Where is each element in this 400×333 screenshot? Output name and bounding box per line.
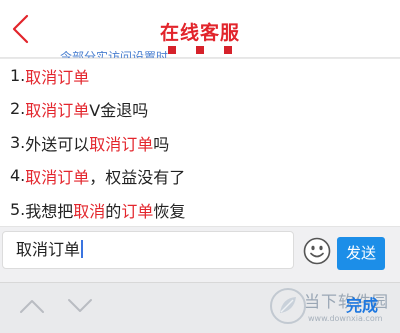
chevron-up-icon xyxy=(20,300,44,313)
send-button[interactable]: 发送 xyxy=(337,237,385,270)
suggestion-item-2[interactable]: 2. 取消订单 V金退吗 xyxy=(0,92,400,125)
header-bar: 在线客服 xyxy=(0,0,400,58)
message-input-bar: 取消订单 发送 xyxy=(0,227,400,282)
text-caret xyxy=(81,240,84,258)
suggestion-item-5[interactable]: 5. 我想把 取消的订单 恢复 xyxy=(0,193,400,226)
suggestion-item-1[interactable]: 1. 取消订单 xyxy=(0,59,400,92)
suggestion-item-4[interactable]: 4. 取消订单 ，权益没有了 xyxy=(0,159,400,192)
chevron-down-icon xyxy=(68,299,92,312)
page-title: 在线客服 xyxy=(159,22,240,44)
message-input-value: 取消订单 xyxy=(16,240,81,259)
previous-field-button[interactable] xyxy=(18,297,46,315)
next-field-button[interactable] xyxy=(66,297,94,315)
done-button[interactable]: 完成 xyxy=(339,294,385,318)
message-input[interactable]: 取消订单 xyxy=(2,231,294,269)
suggestion-list: 1. 取消订单 2. 取消订单 V金退吗 3. 外送可以 取消订单吗 4. 取消订单… xyxy=(0,58,400,227)
smiley-icon xyxy=(303,237,331,265)
suggestion-item-3[interactable]: 3. 外送可以 取消订单吗 xyxy=(0,126,400,159)
emoji-button[interactable] xyxy=(303,237,331,265)
leaf-logo-icon xyxy=(270,288,306,324)
